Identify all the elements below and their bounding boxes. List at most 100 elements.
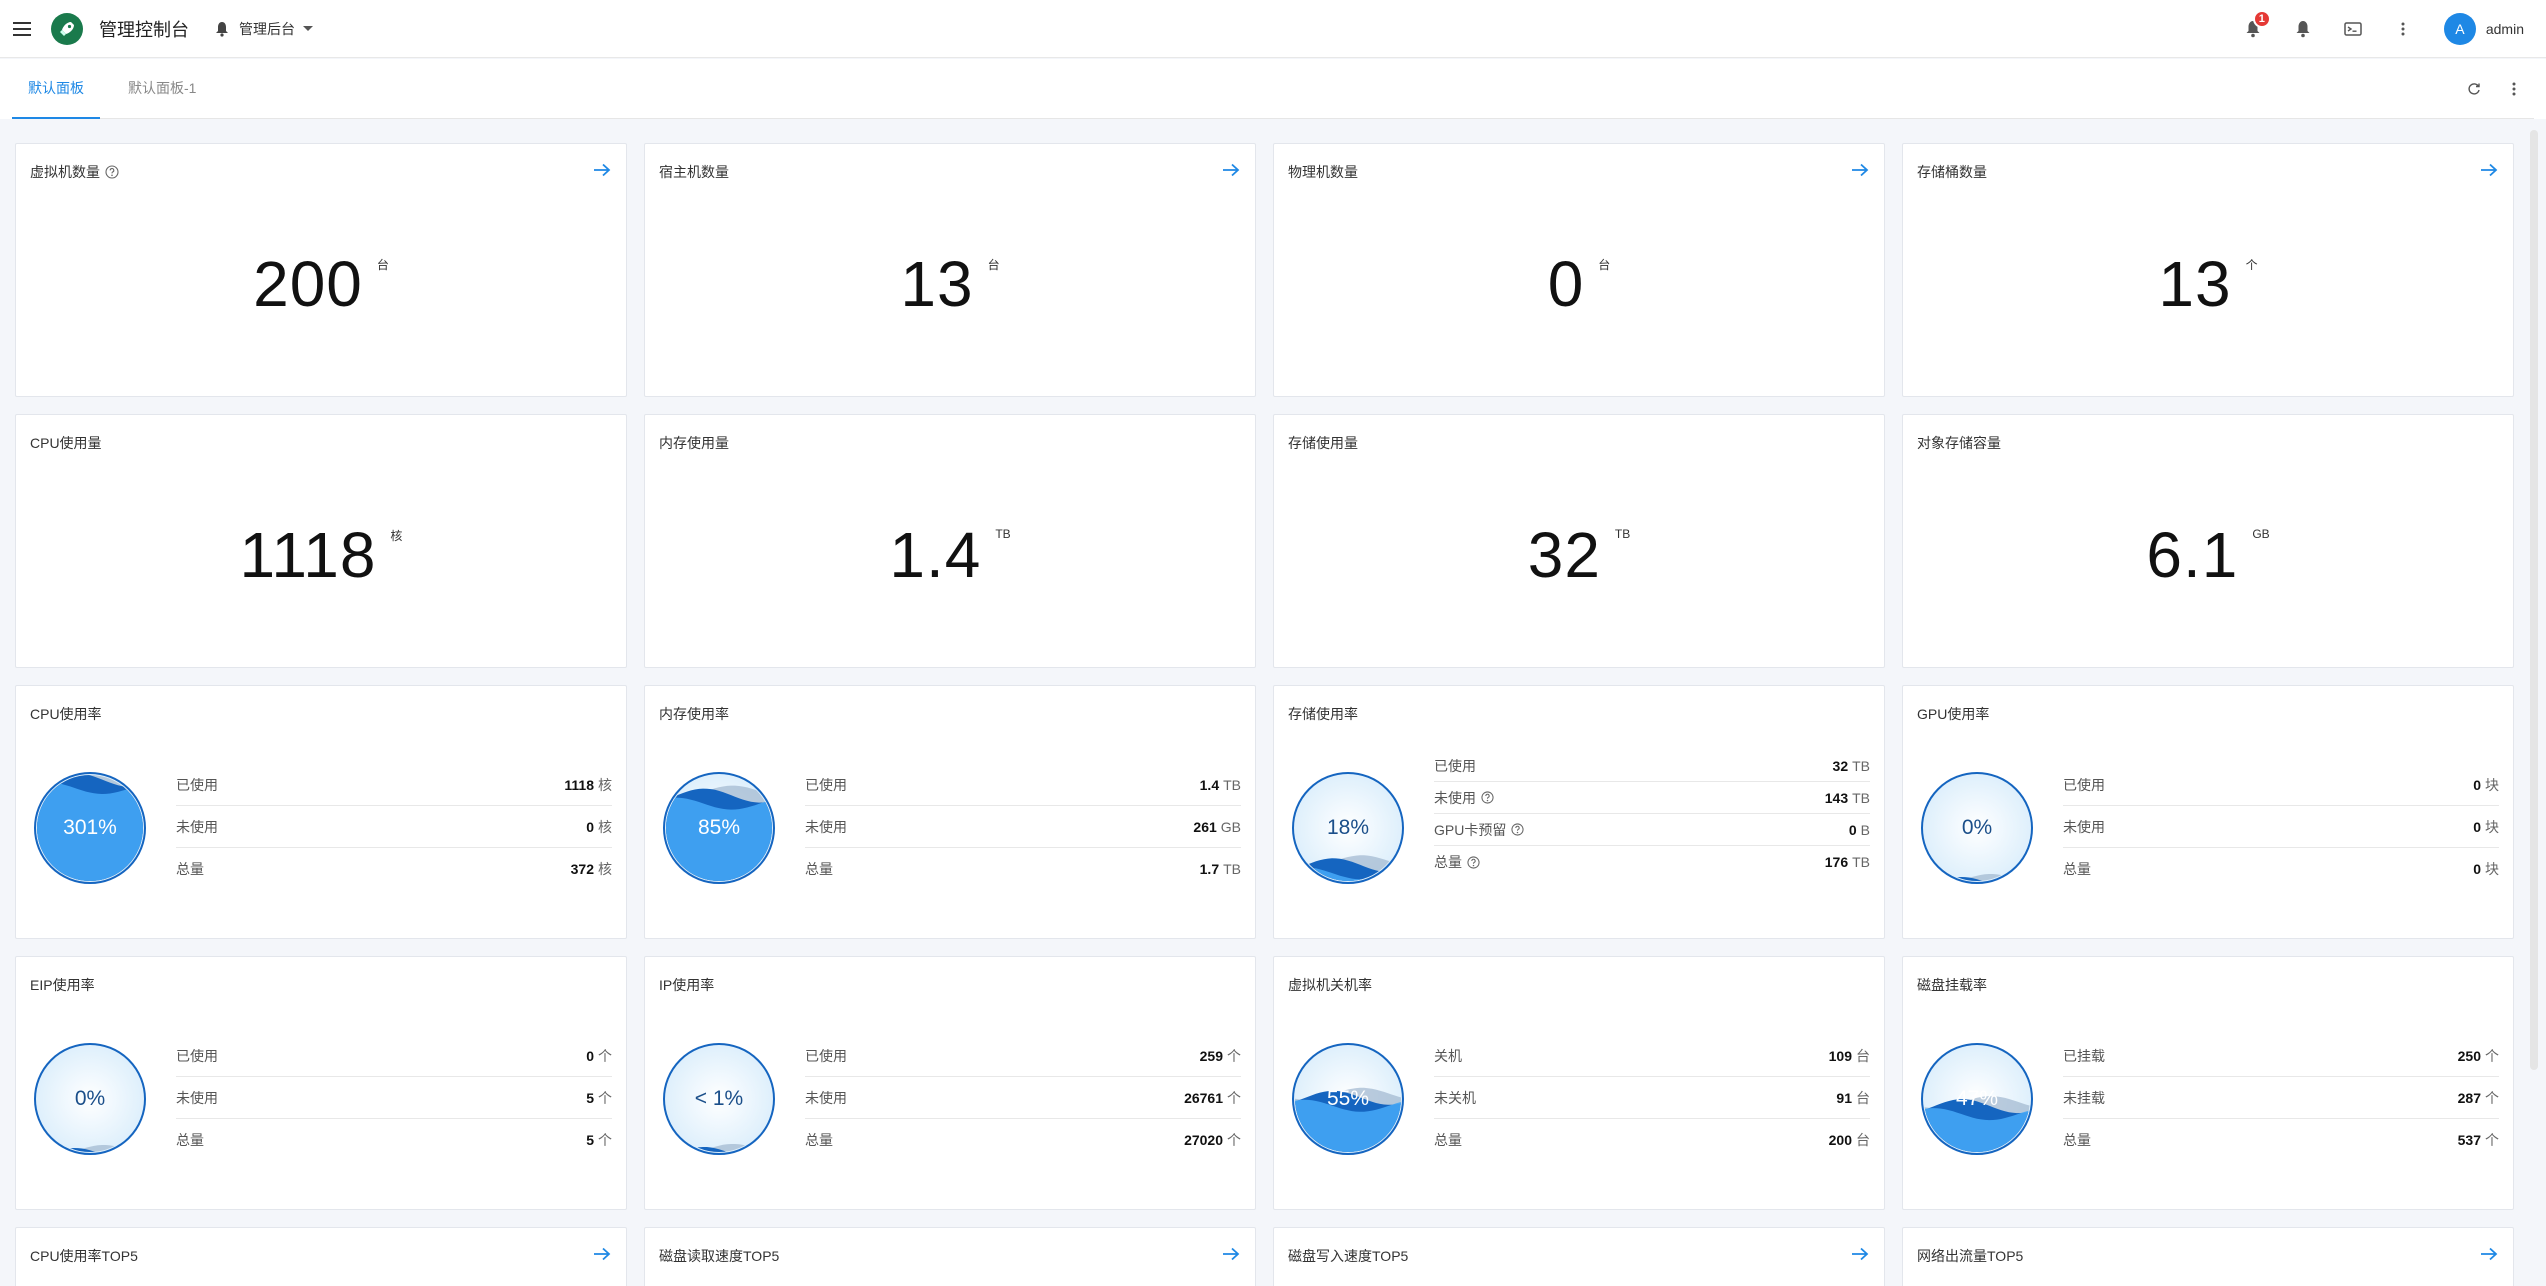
arrow-right-icon[interactable] [1848,1242,1872,1266]
liquid-gauge: 18% [1292,772,1404,884]
stat-unit: 个 [2245,258,2258,272]
stat-row: 总量 27020 个 [805,1119,1241,1161]
help-icon[interactable] [1511,823,1524,836]
bucket-count-card[interactable]: 存储桶数量 13 个 [1902,143,2514,397]
stat-value: 0 [1547,248,1585,320]
stat-label: 关机 [1434,1047,1462,1064]
stat-label: 已使用 [805,776,847,793]
help-icon[interactable] [105,165,119,179]
stat-unit: 核 [598,818,612,835]
arrow-right-icon[interactable] [590,158,614,182]
arrow-right-icon[interactable] [2477,1242,2501,1266]
gauge-percent: 47% [1956,1087,1998,1110]
tab-default-panel[interactable]: 默认面板 [12,58,100,119]
stat-unit: TB [1852,854,1870,870]
cpu-top5-card[interactable]: CPU使用率TOP5 [15,1227,627,1286]
stat-value: 259 [1199,1047,1223,1064]
stat-label: 总量 [2063,1132,2091,1148]
stat-list: 已使用 1118 核未使用 0 核总量 372 核 [176,764,612,890]
refresh-icon [2468,83,2480,95]
stat-list: 关机 109 台未关机 91 台总量 200 台 [1434,1035,1870,1161]
arrow-right-icon[interactable] [1848,158,1872,182]
more-vertical-icon [2512,82,2516,96]
stat-row: 总量 176 TB [1434,846,1870,878]
card-title: 磁盘读取速度TOP5 [659,1248,780,1264]
liquid-gauge: 47% [1921,1043,2033,1155]
stat-list: 已使用 0 块未使用 0 块总量 0 块 [2063,764,2499,890]
vm-shutdown-rate-card: 虚拟机关机率 55% 关机 109 台未关机 91 台总量 200 台 [1273,956,1885,1210]
page-scrollbar[interactable] [2530,130,2538,1070]
stat-row: 未使用 261 GB [805,806,1241,848]
stat-row: 总量 1.7 TB [805,848,1241,890]
stat-label: 未使用 [176,818,218,835]
vm-count-card[interactable]: 虚拟机数量 200 台 [15,143,627,397]
stat-value: 26761 [1184,1089,1223,1106]
card-title: CPU使用率TOP5 [30,1248,138,1264]
stat-row: 已使用 259 个 [805,1035,1241,1077]
stat-value: 1.4 [889,519,982,591]
arrow-right-icon[interactable] [2477,158,2501,182]
help-icon[interactable] [1467,855,1480,869]
stat-value: 287 [2457,1089,2481,1106]
stat-value: 0 [586,818,594,835]
arrow-right-icon[interactable] [1219,158,1243,182]
stat-list: 已使用 1.4 TB 未使用 261 GB 总量 1.7 TB [805,764,1241,890]
card-title: 存储使用率 [1288,706,1358,722]
disk-write-top5-card[interactable]: 磁盘写入速度TOP5 [1273,1227,1885,1286]
stat-unit: GB [2252,527,2270,541]
stat-unit: 个 [598,1047,612,1064]
stat-unit: 台 [987,258,1000,272]
liquid-gauge: 0% [34,1043,146,1155]
disk-read-top5-card[interactable]: 磁盘读取速度TOP5 [644,1227,1256,1286]
arrow-right-icon[interactable] [590,1242,614,1266]
host-count-card[interactable]: 宿主机数量 13 台 [644,143,1256,397]
stat-row: 总量 537 个 [2063,1119,2499,1161]
stat-row: 未使用 0 块 [2063,806,2499,848]
tab-default-panel-1[interactable]: 默认面板-1 [112,58,212,118]
card-title: 内存使用率 [659,706,729,722]
stat-value: 200 [1828,1132,1852,1148]
arrow-right-icon[interactable] [1219,1242,1243,1266]
stat-unit: GB [1220,818,1241,835]
stat-label: 已使用 [176,1047,218,1064]
menu-button[interactable] [0,0,44,58]
card-title: IP使用率 [659,977,715,993]
cpu-usage-card: CPU使用量 1118 核 [15,414,627,668]
terminal-button[interactable] [2328,0,2378,58]
panel-more-button[interactable] [2494,59,2534,119]
bell-icon [216,21,228,37]
help-icon[interactable] [1481,791,1494,804]
app-title: 管理控制台 [99,19,189,40]
stat-unit: 台 [1856,1089,1870,1106]
stat-unit: TB [1614,527,1631,541]
stat-row: 已使用 0 块 [2063,764,2499,806]
card-title: CPU使用量 [30,435,102,451]
stat-label: 未使用 [805,818,847,835]
stat-label: 总量 [1434,854,1462,870]
stat-row: 总量 5 个 [176,1119,612,1161]
stat-unit: 个 [1227,1047,1241,1064]
stat-unit: 个 [2485,1047,2499,1064]
stat-label: 未使用 [805,1089,847,1106]
app-logo[interactable] [51,12,83,45]
stat-list: 已使用 32 TB 未使用 143 TB GPU卡预留 0 B 总量 176 TB [1434,750,1870,878]
net-out-top5-card[interactable]: 网络出流量TOP5 [1902,1227,2514,1286]
card-title: 存储使用量 [1288,435,1358,451]
stat-unit: TB [1223,861,1241,877]
alerts-button[interactable]: 1 [2228,0,2278,58]
user-menu[interactable]: A admin [2443,13,2524,45]
project-selector[interactable]: 管理后台 [215,19,313,39]
stat-label: 未使用 [2063,818,2105,835]
more-button[interactable] [2378,0,2428,58]
stat-unit: 块 [2485,861,2499,877]
refresh-button[interactable] [2454,59,2494,119]
physical-count-card[interactable]: 物理机数量 0台 [1273,143,1885,397]
stat-unit: 个 [2485,1132,2499,1148]
stat-value: 1.7 [1199,861,1220,877]
stat-value: 372 [570,861,594,877]
stat-value: 1.4 [1199,776,1220,793]
stat-list: 已挂载 250 个未挂载 287 个总量 537 个 [2063,1035,2499,1161]
notifications-button[interactable] [2278,0,2328,58]
gpu-rate-card: GPU使用率 0% 已使用 0 块未使用 0 块总量 0 块 [1902,685,2514,939]
more-vertical-icon [2401,22,2405,36]
